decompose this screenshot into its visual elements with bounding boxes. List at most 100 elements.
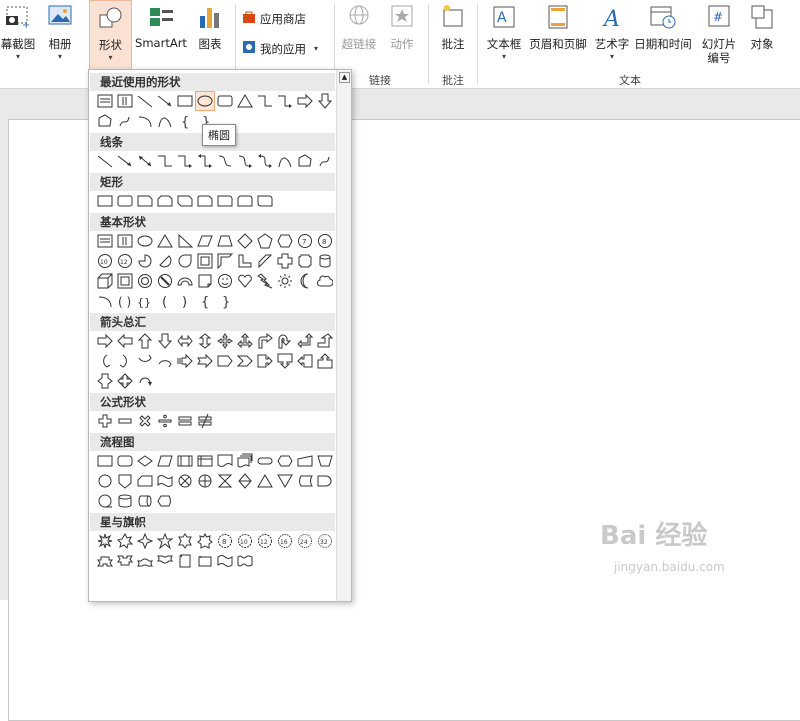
smiley-face-shape-icon[interactable] <box>216 272 234 290</box>
round-single-corner-rectangle-shape-icon[interactable] <box>216 192 234 210</box>
wordart-button[interactable]: A 艺术字 ▾ <box>590 0 634 70</box>
curve-shape-icon[interactable] <box>276 152 294 170</box>
divide-shape-icon[interactable] <box>156 412 174 430</box>
diagonal-stripe-shape-icon[interactable] <box>256 252 274 270</box>
slide-number-button[interactable]: # 幻灯片 编号 <box>696 0 742 70</box>
elbow-connector-shape-icon[interactable] <box>256 92 274 110</box>
teardrop-shape-icon[interactable] <box>176 252 194 270</box>
pie-shape-icon[interactable] <box>136 252 154 270</box>
donut-shape-icon[interactable] <box>136 272 154 290</box>
flowchart-connector-shape-icon[interactable] <box>96 472 114 490</box>
down-arrow-shape-icon[interactable] <box>156 332 174 350</box>
l-shape-icon[interactable] <box>236 252 254 270</box>
star-32-point-shape-icon[interactable]: 32 <box>316 532 334 550</box>
wave-shape-icon[interactable] <box>216 552 234 570</box>
double-arrow-line-shape-icon[interactable] <box>136 152 154 170</box>
folded-corner-shape-icon[interactable] <box>196 272 214 290</box>
curved-arrow-connector-shape-icon[interactable] <box>236 152 254 170</box>
flowchart-offpage-connector-shape-icon[interactable] <box>116 472 134 490</box>
star-5-point-shape-icon[interactable] <box>156 532 174 550</box>
circular-arrow-shape-icon[interactable] <box>136 372 154 390</box>
quad-arrow-shape-icon[interactable] <box>216 332 234 350</box>
snip-diagonal-rectangle-shape-icon[interactable] <box>176 192 194 210</box>
bent-arrow-shape-icon[interactable] <box>256 332 274 350</box>
bevel-shape-icon[interactable] <box>116 272 134 290</box>
freeform-shape-icon[interactable] <box>96 112 114 130</box>
multiply-shape-icon[interactable] <box>136 412 154 430</box>
right-triangle-shape-icon[interactable] <box>176 232 194 250</box>
vertical-textbox-shape-icon[interactable] <box>116 92 134 110</box>
plaque-shape-icon[interactable] <box>296 252 314 270</box>
vertical-textbox-shape-icon[interactable] <box>116 232 134 250</box>
round-same-side-rectangle-shape-icon[interactable] <box>236 192 254 210</box>
flowchart-predefined-process-shape-icon[interactable] <box>176 452 194 470</box>
pentagon-arrow-shape-icon[interactable] <box>216 352 234 370</box>
arrow-line-shape-icon[interactable] <box>156 92 174 110</box>
freeform-shape-icon[interactable] <box>296 152 314 170</box>
plus-shape-icon[interactable] <box>96 412 114 430</box>
curved-left-arrow-shape-icon[interactable] <box>116 352 134 370</box>
cloud-shape-icon[interactable] <box>316 272 334 290</box>
trapezoid-shape-icon[interactable] <box>216 232 234 250</box>
rounded-rectangle-shape-icon[interactable] <box>216 92 234 110</box>
shapes-button[interactable]: 形状 ▾ <box>89 0 132 70</box>
isosceles-triangle-shape-icon[interactable] <box>156 232 174 250</box>
elbow-arrow-connector-shape-icon[interactable] <box>176 152 194 170</box>
snip-single-corner-rectangle-shape-icon[interactable] <box>136 192 154 210</box>
chord-shape-icon[interactable] <box>156 252 174 270</box>
smartart-button[interactable]: SmartArt <box>133 0 189 70</box>
elbow-connector-shape-icon[interactable] <box>156 152 174 170</box>
rectangle-shape-icon[interactable] <box>176 92 194 110</box>
comment-button[interactable]: 批注 <box>434 0 472 70</box>
action-button[interactable]: 动作 <box>384 0 420 70</box>
chart-button[interactable]: 图表 <box>191 0 229 70</box>
pentagon-shape-icon[interactable] <box>256 232 274 250</box>
star-6-point-shape-icon[interactable] <box>176 532 194 550</box>
flowchart-multidocument-shape-icon[interactable] <box>236 452 254 470</box>
can-shape-icon[interactable] <box>316 252 334 270</box>
explosion-2-shape-icon[interactable] <box>116 532 134 550</box>
left-up-arrow-shape-icon[interactable] <box>296 332 314 350</box>
app-store-button[interactable]: 应用商店 <box>242 10 306 27</box>
header-footer-button[interactable]: 页眉和页脚 <box>526 0 590 70</box>
hexagon-shape-icon[interactable] <box>276 232 294 250</box>
left-arrow-callout-shape-icon[interactable] <box>296 352 314 370</box>
flowchart-sequential-access-storage-shape-icon[interactable] <box>96 492 114 510</box>
up-ribbon-shape-icon[interactable] <box>96 552 114 570</box>
curve-shape-icon[interactable] <box>156 112 174 130</box>
flowchart-magnetic-disk-shape-icon[interactable] <box>116 492 134 510</box>
up-arrow-shape-icon[interactable] <box>136 332 154 350</box>
equal-shape-icon[interactable] <box>176 412 194 430</box>
ellipse-shape-icon[interactable] <box>195 91 215 111</box>
down-arrow-shape-icon[interactable] <box>316 92 334 110</box>
flowchart-internal-storage-shape-icon[interactable] <box>196 452 214 470</box>
flowchart-display-shape-icon[interactable] <box>156 492 174 510</box>
lightning-bolt-shape-icon[interactable] <box>256 272 274 290</box>
left-brace-shape-icon[interactable]: { <box>196 292 214 310</box>
u-turn-arrow-shape-icon[interactable] <box>276 332 294 350</box>
textbox-shape-icon[interactable] <box>96 232 114 250</box>
line-shape-icon[interactable] <box>136 92 154 110</box>
cube-shape-icon[interactable] <box>96 272 114 290</box>
double-bracket-shape-icon[interactable]: ( ) <box>116 292 134 310</box>
flowchart-process-shape-icon[interactable] <box>96 452 114 470</box>
flowchart-preparation-shape-icon[interactable] <box>276 452 294 470</box>
octagon-shape-icon[interactable]: 8 <box>316 232 334 250</box>
dodecagon-shape-icon[interactable]: 12 <box>116 252 134 270</box>
screenshot-button[interactable]: + 幕截图 ▾ <box>0 0 36 70</box>
flowchart-document-shape-icon[interactable] <box>216 452 234 470</box>
heptagon-shape-icon[interactable]: 7 <box>296 232 314 250</box>
left-right-up-arrow-shape-icon[interactable] <box>236 332 254 350</box>
flowchart-or-shape-icon[interactable] <box>196 472 214 490</box>
gallery-scrollbar[interactable]: ▲ <box>336 70 351 601</box>
flowchart-merge-shape-icon[interactable] <box>276 472 294 490</box>
star-8-point-shape-icon[interactable]: 8 <box>216 532 234 550</box>
flowchart-alternate-process-shape-icon[interactable] <box>116 452 134 470</box>
flowchart-card-shape-icon[interactable] <box>136 472 154 490</box>
not-equal-shape-icon[interactable] <box>196 412 214 430</box>
flowchart-summing-junction-shape-icon[interactable] <box>176 472 194 490</box>
textbox-shape-icon[interactable] <box>96 92 114 110</box>
left-right-arrow-shape-icon[interactable] <box>176 332 194 350</box>
curved-right-arrow-shape-icon[interactable] <box>96 352 114 370</box>
right-arrow-shape-icon[interactable] <box>296 92 314 110</box>
